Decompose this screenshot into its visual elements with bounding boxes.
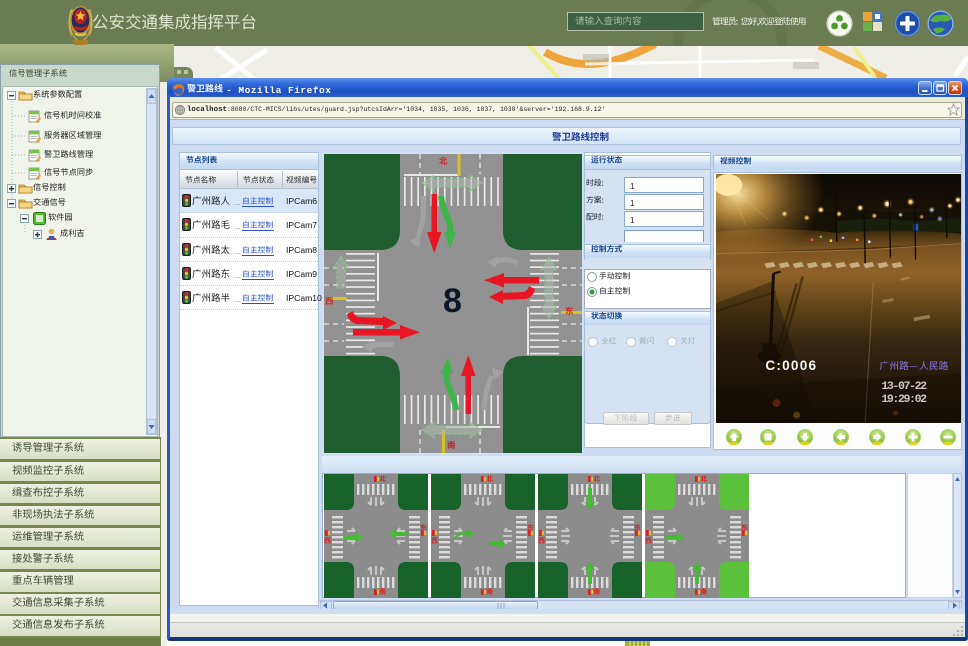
svg-text:C:0006: C:0006 bbox=[765, 358, 817, 373]
svg-text:13-07-22: 13-07-22 bbox=[881, 380, 927, 393]
svg-text:19:29:02: 19:29:02 bbox=[881, 393, 927, 406]
svg-text:8: 8 bbox=[443, 282, 462, 320]
